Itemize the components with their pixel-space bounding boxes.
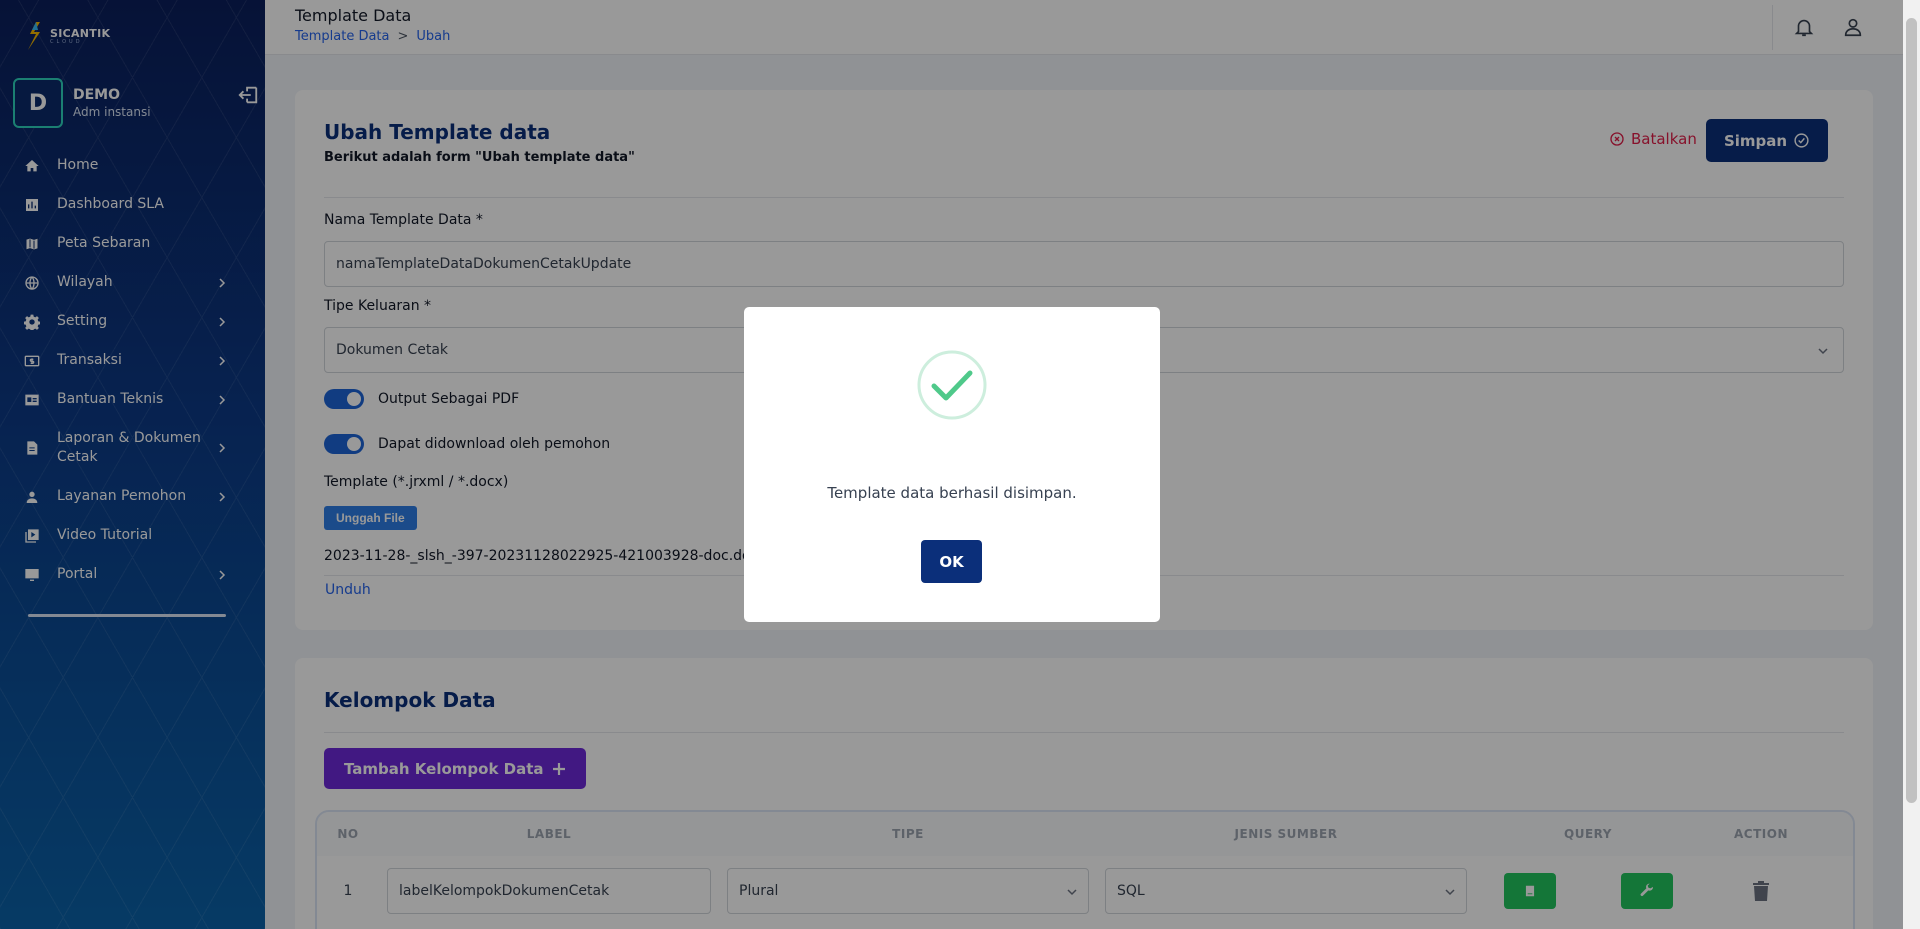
- ok-button[interactable]: OK: [921, 540, 982, 583]
- page-scrollbar[interactable]: [1903, 0, 1920, 929]
- success-check-icon: [917, 350, 987, 420]
- dialog-message: Template data berhasil disimpan.: [827, 484, 1077, 502]
- success-dialog: Template data berhasil disimpan. OK: [744, 307, 1160, 622]
- scrollbar-thumb[interactable]: [1906, 18, 1917, 803]
